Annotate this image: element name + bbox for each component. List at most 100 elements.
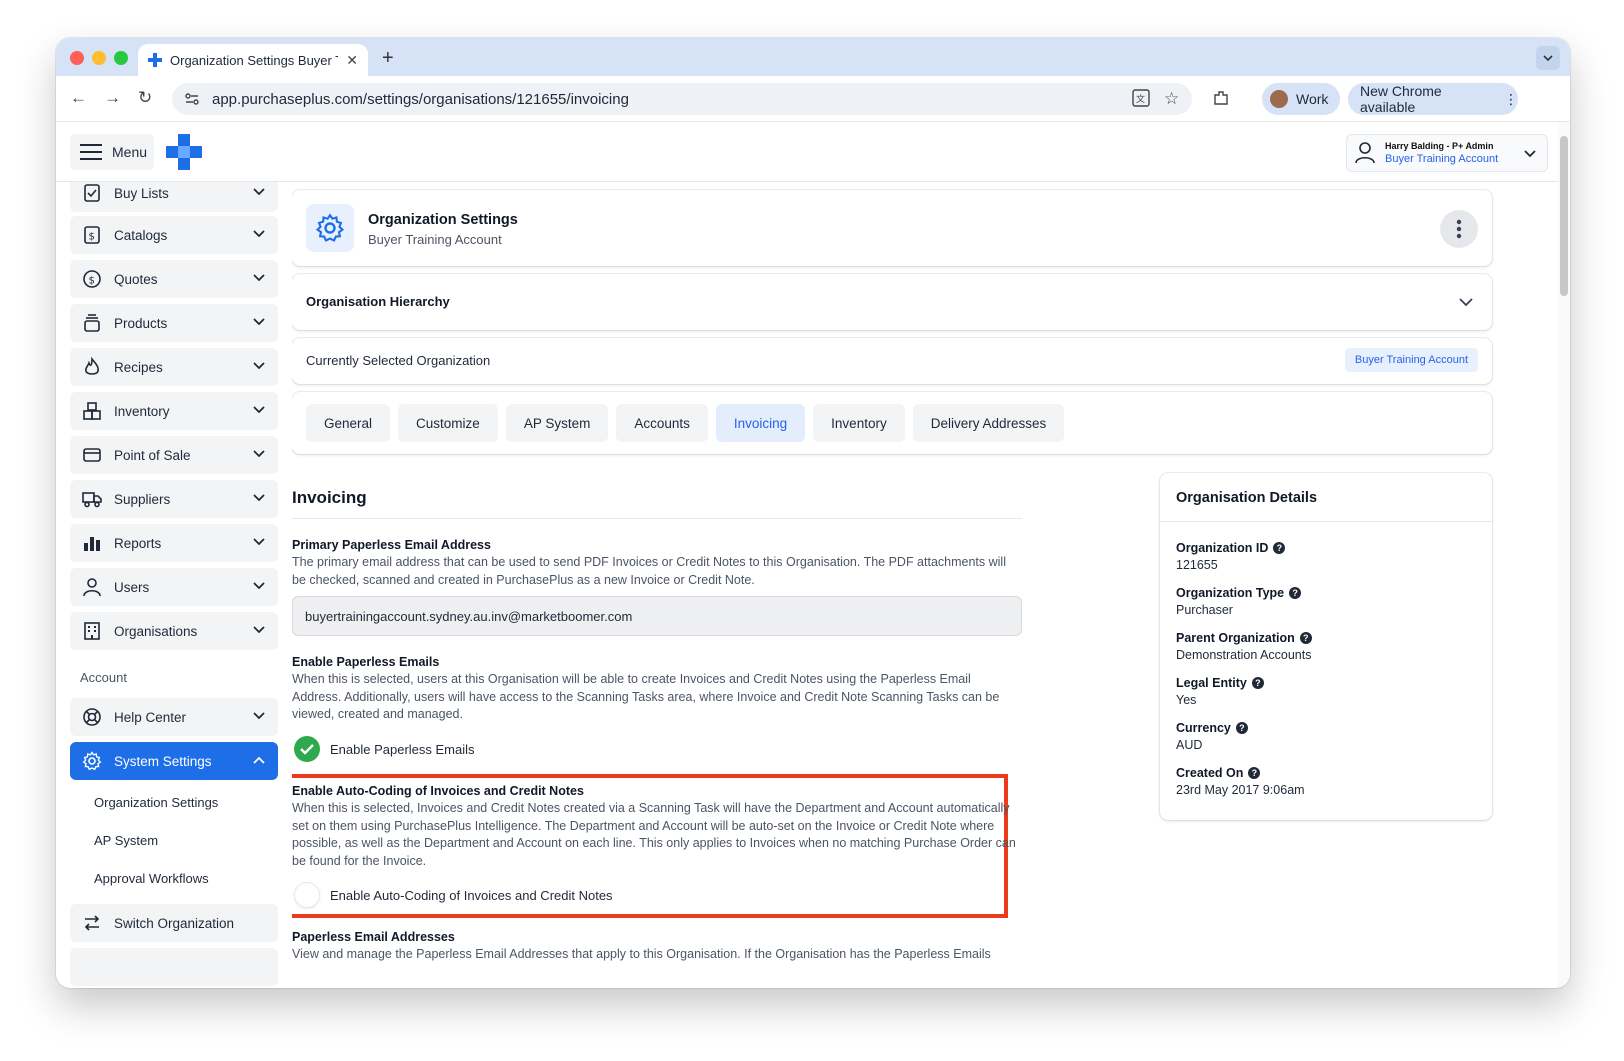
sidebar-item-catalogs[interactable]: $ Catalogs — [70, 216, 278, 254]
profile-chip[interactable]: Work — [1262, 83, 1340, 115]
sidebar-item-partial[interactable] — [70, 948, 278, 986]
help-icon[interactable]: ? — [1251, 677, 1264, 689]
tab-inventory[interactable]: Inventory — [813, 404, 905, 442]
autocoding-description: When this is selected, Invoices and Cred… — [292, 801, 1016, 868]
paperless-toggle-row[interactable]: Enable Paperless Emails — [294, 736, 475, 762]
sidebar-item-help-center[interactable]: Help Center — [70, 698, 278, 736]
primary-email-description: The primary email address that can be us… — [292, 555, 1006, 587]
new-tab-icon[interactable]: + — [382, 47, 394, 70]
help-icon[interactable]: ? — [1248, 767, 1261, 779]
sidebar-item-products[interactable]: Products — [70, 304, 278, 342]
section-title: Invoicing — [292, 488, 367, 507]
chevron-down-icon — [253, 450, 265, 458]
organisation-hierarchy-panel[interactable]: Organisation Hierarchy — [292, 274, 1492, 330]
hamburger-icon — [80, 144, 102, 160]
minimize-window-button[interactable] — [92, 51, 106, 65]
dollar-circle-icon: $ — [83, 270, 101, 288]
more-options-button[interactable] — [1440, 210, 1478, 248]
selected-org-badge[interactable]: Buyer Training Account — [1344, 348, 1478, 372]
paperless-addresses-description: View and manage the Paperless Email Addr… — [292, 947, 991, 961]
help-icon[interactable]: ? — [1235, 722, 1248, 734]
sidebar-subitem-approval-workflows[interactable]: Approval Workflows — [94, 871, 209, 886]
tab-title: Organization Settings Buyer T — [170, 52, 339, 68]
sidebar-item-inventory[interactable]: Inventory — [70, 392, 278, 430]
flame-icon — [85, 357, 99, 375]
sidebar-item-users[interactable]: Users — [70, 568, 278, 606]
profile-label: Work — [1296, 91, 1329, 107]
help-icon[interactable]: ? — [1289, 587, 1302, 599]
gear-icon — [315, 213, 345, 242]
tab-invoicing[interactable]: Invoicing — [715, 404, 806, 442]
sidebar-item-label: Reports — [114, 535, 162, 551]
autocoding-checkbox[interactable] — [294, 882, 320, 908]
purchaseplus-logo-icon[interactable] — [166, 134, 202, 170]
user-menu-button[interactable]: Harry Balding - P+ Admin Buyer Training … — [1346, 134, 1548, 172]
sidebar-subitem-organization-settings[interactable]: Organization Settings — [94, 795, 218, 810]
sidebar: Buy Lists $ Catalogs $ Quotes Products R… — [56, 182, 288, 988]
autocoding-toggle-row[interactable]: Enable Auto-Coding of Invoices and Credi… — [294, 882, 613, 908]
extensions-icon[interactable] — [1212, 89, 1230, 112]
sidebar-item-recipes[interactable]: Recipes — [70, 348, 278, 386]
detail-value: AUD — [1176, 738, 1203, 752]
detail-label: Organization Type? — [1176, 586, 1302, 600]
sidebar-item-organisations[interactable]: Organisations — [70, 612, 278, 650]
menu-button[interactable]: Menu — [70, 134, 154, 170]
detail-value: Purchaser — [1176, 603, 1233, 617]
scrollbar-thumb[interactable] — [1560, 136, 1568, 296]
tab-customize[interactable]: Customize — [398, 404, 498, 442]
chevron-down-icon[interactable] — [1458, 294, 1474, 310]
update-label: New Chrome available — [1360, 83, 1442, 115]
translate-icon[interactable]: 文 — [1132, 89, 1150, 112]
tab-general[interactable]: General — [306, 404, 391, 442]
bookmark-star-icon[interactable]: ☆ — [1164, 89, 1179, 109]
sidebar-item-buy-lists[interactable]: Buy Lists — [70, 182, 278, 212]
switch-arrows-icon — [84, 915, 100, 931]
user-icon — [83, 578, 101, 597]
menu-label: Menu — [112, 144, 148, 160]
sidebar-item-label: Quotes — [114, 271, 158, 287]
sidebar-item-switch-organization[interactable]: Switch Organization — [70, 904, 278, 942]
sidebar-item-system-settings[interactable]: System Settings — [70, 742, 278, 780]
sidebar-item-point-of-sale[interactable]: Point of Sale — [70, 436, 278, 474]
sidebar-subitem-ap-system[interactable]: AP System — [94, 833, 158, 848]
close-window-button[interactable] — [70, 51, 84, 65]
autocoding-checkbox-label: Enable Auto-Coding of Invoices and Credi… — [330, 887, 613, 903]
building-icon — [84, 622, 100, 640]
chevron-down-icon — [1543, 55, 1553, 62]
chevron-down-icon — [253, 538, 265, 546]
browser-tab[interactable]: Organization Settings Buyer T ✕ — [138, 44, 368, 76]
site-settings-icon[interactable] — [184, 91, 200, 107]
stack-icon — [84, 314, 100, 332]
sidebar-item-reports[interactable]: Reports — [70, 524, 278, 562]
paperless-checkbox[interactable] — [294, 736, 320, 762]
close-tab-icon[interactable]: ✕ — [346, 52, 358, 69]
back-icon[interactable]: ← — [70, 88, 87, 108]
address-bar[interactable]: app.purchaseplus.com/settings/organisati… — [172, 83, 1192, 115]
chrome-update-button[interactable]: New Chrome available ⋮ — [1348, 83, 1518, 115]
primary-email-field[interactable]: buyertrainingaccount.sydney.au.inv@marke… — [292, 596, 1022, 636]
card-icon — [83, 448, 101, 462]
paperless-description: When this is selected, users at this Org… — [292, 672, 1000, 721]
lifebuoy-icon — [83, 708, 101, 726]
help-icon[interactable]: ? — [1299, 632, 1312, 644]
tab-search-button[interactable] — [1536, 46, 1560, 70]
more-vert-icon: ⋮ — [1504, 90, 1518, 107]
forward-icon[interactable]: → — [104, 88, 121, 108]
help-icon[interactable]: ? — [1273, 542, 1286, 554]
bar-chart-icon — [84, 537, 100, 551]
sidebar-item-suppliers[interactable]: Suppliers — [70, 480, 278, 518]
detail-label: Legal Entity? — [1176, 676, 1264, 690]
reload-icon[interactable]: ↻ — [138, 88, 152, 108]
detail-label: Created On? — [1176, 766, 1261, 780]
maximize-window-button[interactable] — [114, 51, 128, 65]
settings-icon-box — [306, 204, 354, 252]
chevron-down-icon — [1524, 150, 1536, 158]
app-header: Menu Harry Balding - P+ Admin Buyer Trai… — [56, 122, 1570, 182]
sidebar-item-quotes[interactable]: $ Quotes — [70, 260, 278, 298]
tab-accounts[interactable]: Accounts — [616, 404, 708, 442]
section-divider — [292, 518, 1022, 519]
org-settings-header: Organization Settings Buyer Training Acc… — [292, 190, 1492, 266]
tab-delivery-addresses[interactable]: Delivery Addresses — [912, 404, 1065, 442]
user-info: Harry Balding - P+ Admin Buyer Training … — [1385, 140, 1498, 166]
tab-ap-system[interactable]: AP System — [505, 404, 609, 442]
